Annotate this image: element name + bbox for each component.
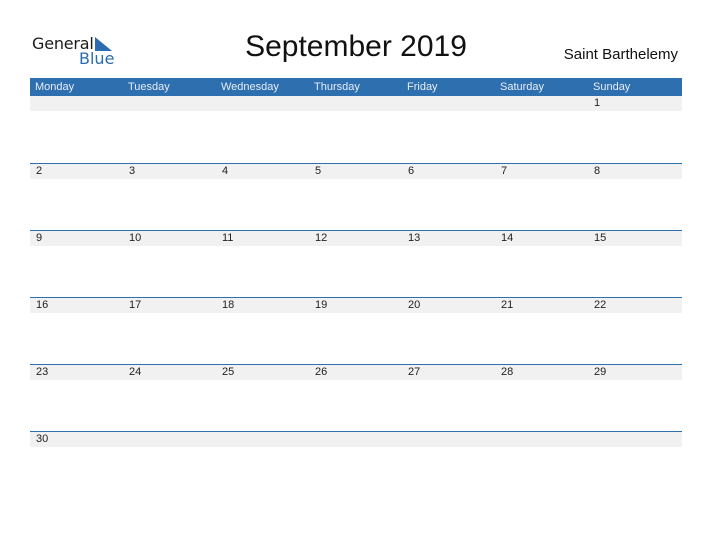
day-cell: 15 (594, 232, 607, 244)
day-cell: 30 (36, 433, 49, 445)
weekday-wednesday: Wednesday (221, 81, 279, 93)
day-cell (495, 96, 588, 111)
day-cell: 18 (222, 299, 235, 311)
day-cell (123, 96, 216, 111)
date-band: 1 (30, 96, 682, 111)
day-cell: 27 (408, 366, 421, 378)
day-cell: 12 (315, 232, 328, 244)
day-cell: 23 (36, 366, 49, 378)
day-cell: 6 (408, 165, 415, 177)
day-cell: 2 (36, 165, 43, 177)
day-cell: 11 (222, 232, 234, 244)
weekday-thursday: Thursday (314, 81, 360, 93)
day-cell (123, 432, 216, 447)
day-cell: 4 (222, 165, 229, 177)
week-row: 9 10 11 12 13 14 15 (30, 230, 682, 297)
day-cell: 22 (594, 299, 607, 311)
day-cell (216, 96, 309, 111)
date-band: 2 3 4 5 6 7 8 (30, 164, 682, 179)
week-row: 16 17 18 19 20 21 22 (30, 297, 682, 364)
day-cell (309, 432, 402, 447)
day-cell: 20 (408, 299, 421, 311)
day-cell: 26 (315, 366, 328, 378)
day-cell: 1 (594, 97, 601, 109)
region-label: Saint Barthelemy (563, 46, 678, 63)
weekday-friday: Friday (407, 81, 438, 93)
weekday-saturday: Saturday (500, 81, 545, 93)
date-band: 23 24 25 26 27 28 29 (30, 365, 682, 380)
day-cell: 10 (129, 232, 142, 244)
day-cell (30, 96, 123, 111)
day-cell (588, 432, 681, 447)
week-row: 2 3 4 5 6 7 8 (30, 163, 682, 230)
date-band: 16 17 18 19 20 21 22 (30, 298, 682, 313)
day-cell (402, 432, 495, 447)
day-cell: 28 (501, 366, 514, 378)
day-cell (495, 432, 588, 447)
day-cell: 24 (129, 366, 142, 378)
day-cell: 17 (129, 299, 142, 311)
weekday-sunday: Sunday (593, 81, 631, 93)
day-cell (402, 96, 495, 111)
day-cell: 16 (36, 299, 49, 311)
day-cell: 29 (594, 366, 607, 378)
weekday-tuesday: Tuesday (128, 81, 170, 93)
day-cell: 21 (501, 299, 514, 311)
day-cell: 13 (408, 232, 421, 244)
week-row: 1 (30, 96, 682, 163)
day-cell: 8 (594, 165, 601, 177)
date-band: 30 (30, 432, 682, 447)
weekday-header: Monday Tuesday Wednesday Thursday Friday… (30, 78, 682, 96)
date-band: 9 10 11 12 13 14 15 (30, 231, 682, 246)
week-row: 30 (30, 431, 682, 498)
day-cell: 19 (315, 299, 328, 311)
day-cell: 7 (501, 165, 508, 177)
day-cell: 5 (315, 165, 322, 177)
day-cell (216, 432, 309, 447)
day-cell: 3 (129, 165, 136, 177)
week-row: 23 24 25 26 27 28 29 (30, 364, 682, 431)
weekday-monday: Monday (35, 81, 75, 93)
calendar: Monday Tuesday Wednesday Thursday Friday… (30, 78, 682, 498)
day-cell: 14 (501, 232, 514, 244)
day-cell: 9 (36, 232, 43, 244)
day-cell (309, 96, 402, 111)
day-cell: 25 (222, 366, 235, 378)
